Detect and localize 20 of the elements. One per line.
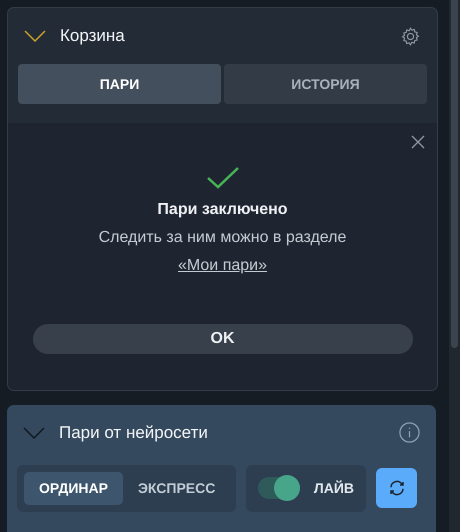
info-icon[interactable] [399, 422, 420, 443]
ok-button[interactable]: OK [32, 324, 412, 354]
checkmark-icon [206, 167, 238, 189]
live-toggle[interactable] [258, 477, 300, 499]
dialog-title: Пари заключено [157, 201, 288, 219]
settings-icon[interactable] [400, 26, 421, 46]
dialog-message: Следить за ним можно в разделе [98, 229, 346, 247]
bet-type-option[interactable]: ЭКСПРЕСС [122, 472, 230, 504]
live-label: ЛАЙВ [314, 480, 354, 496]
tab[interactable]: ИСТОРИЯ [224, 64, 427, 104]
close-icon[interactable] [411, 135, 425, 149]
refresh-button[interactable] [376, 468, 417, 508]
chevron-down-icon[interactable] [24, 30, 46, 42]
panel-title: Пари от нейросети [59, 422, 209, 442]
bet-type-option[interactable]: ОРДИНАР [24, 472, 123, 504]
tab[interactable]: ПАРИ [18, 64, 221, 104]
panel-title: Корзина [60, 26, 126, 46]
my-bets-link[interactable]: «Мои пари» [178, 257, 267, 275]
refresh-icon [388, 479, 406, 497]
scrollbar-thumb[interactable] [451, 0, 458, 348]
